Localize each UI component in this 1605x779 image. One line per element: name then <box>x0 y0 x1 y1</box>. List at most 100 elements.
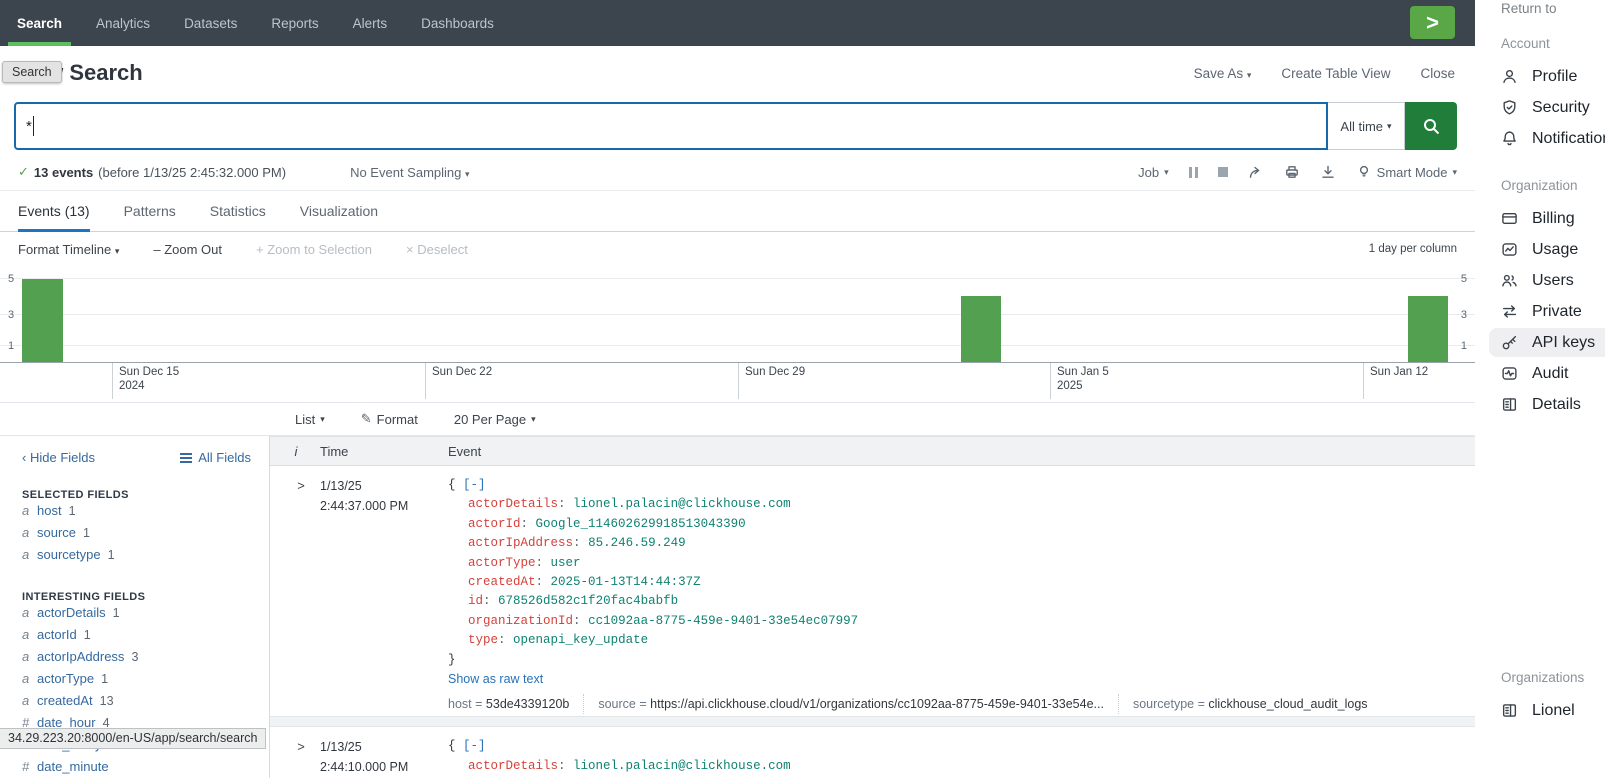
panel-item-private-endpoints[interactable]: Private <box>1501 296 1605 327</box>
collapse-json-link[interactable]: [-] <box>463 478 486 492</box>
events-timeline-chart[interactable]: 5 3 1 5 3 1 Sun Dec 152024 Sun Dec 22 Su… <box>0 270 1475 403</box>
building-card-icon <box>1501 702 1518 719</box>
zoom-to-selection-button[interactable]: + Zoom to Selection <box>256 242 372 257</box>
search-submit-button[interactable] <box>1405 102 1457 150</box>
x-tick: Sun Dec 29 <box>738 363 805 399</box>
nav-item-analytics[interactable]: Analytics <box>79 0 167 46</box>
y-axis-label: 3 <box>8 309 14 321</box>
show-raw-text-link[interactable]: Show as raw text <box>448 670 1475 689</box>
format-results-button[interactable]: ✎Format <box>361 411 418 427</box>
event-json: { [-] actorDetails: lionel.palacin@click… <box>448 476 1475 670</box>
deselect-button[interactable]: × Deselect <box>406 242 468 257</box>
json-value[interactable]: cc1092aa-8775-459e-9401-33e54ec07997 <box>588 614 858 628</box>
print-button[interactable] <box>1284 164 1300 180</box>
json-value[interactable]: 85.246.59.249 <box>588 536 686 550</box>
format-timeline-dropdown[interactable]: Format Timeline ▾ <box>18 242 119 257</box>
collapse-json-link[interactable]: [-] <box>463 739 486 753</box>
json-value[interactable]: lionel.palacin@clickhouse.com <box>573 497 791 511</box>
panel-item-profile[interactable]: Profile <box>1501 61 1605 92</box>
hide-fields-button[interactable]: ‹ Hide Fields <box>22 450 95 465</box>
field-link-actorId[interactable]: actorId <box>37 627 77 642</box>
nav-item-datasets[interactable]: Datasets <box>167 0 254 46</box>
list-view-dropdown[interactable]: List▾ <box>295 412 325 427</box>
tab-patterns[interactable]: Patterns <box>124 191 176 231</box>
text-cursor <box>33 116 34 136</box>
time-range-picker[interactable]: All time▾ <box>1328 102 1405 150</box>
event-row: > 1/13/25 2:44:10.000 PM { [-] actorDeta… <box>270 727 1475 779</box>
app-navbar: Search Analytics Datasets Reports Alerts… <box>0 0 1475 46</box>
return-to-link[interactable]: Return to <box>1501 1 1605 16</box>
panel-item-details[interactable]: Details <box>1501 389 1605 420</box>
json-value[interactable]: Google_114602629918513043390 <box>536 517 746 531</box>
share-icon <box>1248 164 1264 180</box>
json-value[interactable]: openapi_key_update <box>513 633 648 647</box>
json-value[interactable]: 2025-01-13T14:44:37Z <box>551 575 701 589</box>
y-axis-label-right: 3 <box>1461 309 1467 321</box>
job-menu[interactable]: Job▾ <box>1138 165 1169 180</box>
x-tick: Sun Jan 12 <box>1363 363 1428 399</box>
field-link-actorIpAddress[interactable]: actorIpAddress <box>37 649 124 664</box>
panel-item-users[interactable]: Users <box>1501 265 1605 296</box>
field-link-actorType[interactable]: actorType <box>37 671 94 686</box>
panel-item-security[interactable]: Security <box>1501 92 1605 123</box>
save-as-button[interactable]: Save As ▾ <box>1194 66 1252 81</box>
tab-statistics[interactable]: Statistics <box>210 191 266 231</box>
meta-value-source[interactable]: https://api.clickhouse.cloud/v1/organiza… <box>650 697 1104 711</box>
field-link-date_minute[interactable]: date_minute <box>37 759 109 774</box>
create-table-view-button[interactable]: Create Table View <box>1281 66 1390 81</box>
tab-visualization[interactable]: Visualization <box>300 191 378 231</box>
export-button[interactable] <box>1320 164 1336 180</box>
timeline-plot[interactable]: 5 3 1 5 3 1 <box>0 270 1475 363</box>
event-sampling-dropdown[interactable]: No Event Sampling ▾ <box>350 165 469 180</box>
field-row: aactorDetails1 <box>22 605 269 625</box>
meta-value-host[interactable]: 53de4339120b <box>486 697 569 711</box>
nav-item-alerts[interactable]: Alerts <box>336 0 405 46</box>
timeline-bar[interactable] <box>22 279 62 362</box>
tab-events[interactable]: Events (13) <box>18 191 90 231</box>
nav-item-dashboards[interactable]: Dashboards <box>404 0 511 46</box>
close-button[interactable]: Close <box>1420 66 1455 81</box>
field-link-createdAt[interactable]: createdAt <box>37 693 93 708</box>
json-value[interactable]: lionel.palacin@clickhouse.com <box>573 759 791 773</box>
share-button[interactable] <box>1248 164 1264 180</box>
minus-icon: – <box>153 242 160 257</box>
splunk-logo-icon[interactable]: > <box>1410 6 1455 39</box>
nav-tooltip: Search <box>2 61 62 83</box>
caret-down-icon: ▾ <box>531 414 536 425</box>
interesting-fields-title: INTERESTING FIELDS <box>22 591 269 603</box>
stop-button[interactable] <box>1218 167 1228 177</box>
field-link-sourcetype[interactable]: sourcetype <box>37 547 101 562</box>
event-json: { [-] actorDetails: lionel.palacin@click… <box>448 737 1475 776</box>
search-input[interactable]: * <box>14 102 1328 150</box>
download-icon <box>1320 164 1336 180</box>
col-header-info: i <box>282 444 320 459</box>
search-mode-dropdown[interactable]: Smart Mode▾ <box>1356 164 1457 180</box>
meta-value-sourcetype[interactable]: clickhouse_cloud_audit_logs <box>1208 697 1367 711</box>
y-axis-label-right: 1 <box>1461 340 1467 352</box>
field-link-actorDetails[interactable]: actorDetails <box>37 605 106 620</box>
zoom-out-button[interactable]: – Zoom Out <box>153 242 222 257</box>
panel-item-notifications[interactable]: Notifications <box>1501 123 1605 154</box>
search-query-text: * <box>26 118 32 135</box>
timeline-bar[interactable] <box>961 296 1001 362</box>
field-link-source[interactable]: source <box>37 525 76 540</box>
panel-item-billing[interactable]: Billing <box>1501 203 1605 234</box>
all-fields-button[interactable]: All Fields <box>180 450 251 465</box>
result-qualifier: (before 1/13/25 2:45:32.000 PM) <box>98 165 286 180</box>
json-value[interactable]: 678526d582c1f20fac4babfb <box>498 594 678 608</box>
pause-button[interactable] <box>1189 167 1198 178</box>
expand-chevron-icon[interactable]: > <box>282 476 320 714</box>
nav-item-search[interactable]: Search <box>0 0 79 46</box>
expand-chevron-icon[interactable]: > <box>282 737 320 777</box>
x-icon: × <box>406 242 414 257</box>
nav-item-reports[interactable]: Reports <box>254 0 335 46</box>
panel-item-organization-lionel[interactable]: Lionel <box>1501 695 1605 726</box>
timeline-bar[interactable] <box>1408 296 1448 362</box>
field-link-host[interactable]: host <box>37 503 62 518</box>
json-value[interactable]: user <box>551 556 581 570</box>
caret-down-icon: ▾ <box>465 169 470 179</box>
per-page-dropdown[interactable]: 20 Per Page▾ <box>454 412 536 427</box>
panel-item-api-keys[interactable]: API keys <box>1501 327 1605 358</box>
panel-item-usage[interactable]: Usage <box>1501 234 1605 265</box>
panel-item-audit[interactable]: Audit <box>1501 358 1605 389</box>
